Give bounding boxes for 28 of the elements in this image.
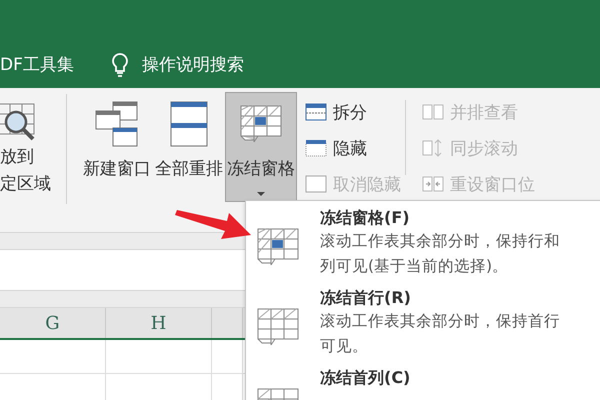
window-icon [305,139,327,157]
menu-item[interactable]: 冻结首列(C) [246,367,600,400]
window-icon [305,103,327,121]
menu-item[interactable]: 冻结首行(R) 滚动工作表其余部分时，保持首行可见。 [246,287,600,367]
window-icon [422,139,444,157]
menu-item-title: 冻结首列(C) [320,367,412,389]
menu-item[interactable]: 冻结窗格(F) 滚动工作表其余部分时，保持行和列可见(基于当前的选择)。 [246,207,600,287]
menu-item-title: 冻结窗格(F) [320,207,411,229]
ribbon-button[interactable]: 新建窗口 [81,92,153,202]
window-icon [422,103,444,121]
ribbon-button[interactable]: 全部重排 [153,92,225,202]
menu-item-description: 滚动工作表其余部分时，保持行和列可见(基于当前的选择)。 [320,231,561,277]
window-icon [422,175,444,193]
ribbon-button[interactable]: 冻结窗格 [225,92,297,202]
windows-icon [95,101,139,147]
window-icon [305,175,327,193]
column-header[interactable]: H [106,308,212,338]
ribbon-button[interactable]: 拆分 [305,94,401,130]
ribbon-button[interactable]: 隐藏 [305,130,401,166]
ribbon-tab[interactable]: DF工具集 [0,53,74,76]
column-header[interactable]: G [0,308,106,338]
zoom-to-selection-label[interactable]: 定区域 [0,171,62,198]
lightbulb-icon[interactable] [110,52,130,78]
menu-item-title: 冻结首行(R) [320,287,412,309]
ribbon-tab[interactable]: 操作说明搜索 [142,53,244,76]
zoom-to-selection-label[interactable]: 放到 [0,144,62,171]
window-icon [170,101,208,147]
menu-item-description: 滚动工作表其余部分时，保持首行可见。 [320,311,561,357]
